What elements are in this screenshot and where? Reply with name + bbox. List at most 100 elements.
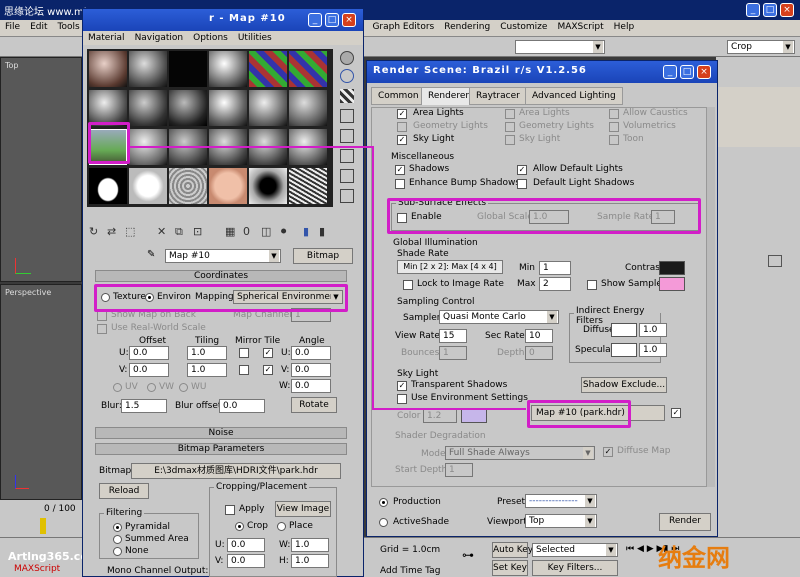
map-name-dropdown[interactable]: Map #10 xyxy=(165,249,281,263)
u-tiling-field[interactable]: 1.0 xyxy=(187,346,227,360)
v-angle-field[interactable]: 0.0 xyxy=(291,363,331,377)
u-mirror-checkbox[interactable] xyxy=(239,348,249,358)
crop-h-field[interactable]: 1.0 xyxy=(291,554,329,568)
render-maximize-button[interactable]: □ xyxy=(680,65,694,79)
sample-slot[interactable] xyxy=(169,90,207,126)
toon-checkbox[interactable] xyxy=(609,135,619,145)
maxscript-listener[interactable]: MAXScript xyxy=(14,564,60,574)
u-offset-field[interactable]: 0.0 xyxy=(129,346,169,360)
rotate-button[interactable]: Rotate xyxy=(291,397,337,413)
place-radio[interactable] xyxy=(277,522,286,531)
allow-default-lights-checkbox[interactable]: ✓ xyxy=(517,165,527,175)
shadows-checkbox[interactable]: ✓ xyxy=(395,165,405,175)
mode-dropdown[interactable]: Full Shade Always xyxy=(445,446,595,460)
sample-slot[interactable] xyxy=(209,51,247,87)
blur-field[interactable]: 1.5 xyxy=(121,399,167,413)
render-minimize-button[interactable]: _ xyxy=(663,65,677,79)
none-radio[interactable] xyxy=(113,547,122,556)
menu-utilities[interactable]: Utilities xyxy=(233,31,277,45)
select-by-material-icon[interactable] xyxy=(340,189,354,203)
sample-slot[interactable] xyxy=(129,51,167,87)
specular-field[interactable]: 1.0 xyxy=(639,343,667,357)
selected-dropdown[interactable]: Selected xyxy=(532,543,618,557)
menu-rendering[interactable]: Rendering xyxy=(439,20,495,36)
uv-tiling-icon[interactable] xyxy=(340,109,354,123)
v-mirror-checkbox[interactable] xyxy=(239,365,249,375)
go-forward-sibling-icon[interactable]: ▮ xyxy=(319,225,325,238)
bitmap-path-button[interactable]: E:\3dmax材质图库\HDRI文件\park.hdr xyxy=(131,463,341,479)
depth-field[interactable]: 0 xyxy=(525,346,553,360)
show-end-result-icon[interactable]: ⚫ xyxy=(279,225,288,238)
menu-navigation[interactable]: Navigation xyxy=(130,31,189,45)
v-offset-field[interactable]: 0.0 xyxy=(129,363,169,377)
tab-advanced-lighting[interactable]: Advanced Lighting xyxy=(525,87,623,105)
enhance-bump-checkbox[interactable] xyxy=(395,179,405,189)
viewport-dropdown[interactable]: Top xyxy=(525,514,597,528)
default-light-shadows-checkbox[interactable] xyxy=(517,179,527,189)
time-slider[interactable] xyxy=(40,518,46,534)
eyedropper-icon[interactable]: ✎ xyxy=(147,249,155,260)
sky-light2-checkbox[interactable] xyxy=(505,135,515,145)
tab-raytracer[interactable]: Raytracer xyxy=(469,87,527,105)
shadow-exclude-button[interactable]: Shadow Exclude... xyxy=(581,377,667,393)
area-lights2-checkbox[interactable] xyxy=(505,109,515,119)
show-samples-swatch[interactable] xyxy=(659,277,685,291)
background-icon[interactable] xyxy=(340,89,354,103)
preset-dropdown[interactable]: --------------- xyxy=(525,494,597,508)
key-filters-button[interactable]: Key Filters... xyxy=(532,560,618,576)
vw-radio[interactable] xyxy=(147,383,156,392)
activeshade-radio[interactable] xyxy=(379,518,388,527)
put-to-scene-icon[interactable]: ⇄ xyxy=(107,225,116,238)
view-image-button[interactable]: View Image xyxy=(275,501,331,517)
blur-offset-field[interactable]: 0.0 xyxy=(219,399,265,413)
u-angle-field[interactable]: 0.0 xyxy=(291,346,331,360)
sample-slot[interactable] xyxy=(209,90,247,126)
tab-renderer[interactable]: Renderer xyxy=(421,87,477,105)
mat-close-button[interactable]: × xyxy=(342,13,356,27)
options-icon[interactable] xyxy=(340,169,354,183)
bitmap-params-rollout-header[interactable]: Bitmap Parameters xyxy=(95,443,347,455)
pyramidal-radio[interactable] xyxy=(113,523,122,532)
sample-slot[interactable] xyxy=(249,51,287,87)
sky-multiplier-field[interactable]: 1.2 xyxy=(423,409,457,423)
allow-caustics-checkbox[interactable] xyxy=(609,109,619,119)
backlight-icon[interactable] xyxy=(340,69,354,83)
geometry-lights2-checkbox[interactable] xyxy=(505,122,515,132)
key-icon[interactable]: ⊶ xyxy=(462,548,474,562)
menu-material[interactable]: Material xyxy=(83,31,130,45)
start-depth-field[interactable]: 1 xyxy=(445,463,473,477)
wu-radio[interactable] xyxy=(179,383,188,392)
lock-to-image-rate-checkbox[interactable] xyxy=(403,280,413,290)
sample-slot[interactable] xyxy=(249,90,287,126)
sample-slot[interactable] xyxy=(209,168,247,204)
render-preview-icon[interactable] xyxy=(768,255,782,267)
viewport-top[interactable]: Top xyxy=(0,57,82,282)
apply-checkbox[interactable] xyxy=(225,505,235,515)
crop-u-field[interactable]: 0.0 xyxy=(227,538,265,552)
crop-radio[interactable] xyxy=(235,522,244,531)
put-to-library-icon[interactable]: ▦ xyxy=(225,225,235,238)
get-material-icon[interactable]: ↻ xyxy=(89,225,98,238)
sec-rate-field[interactable]: 10 xyxy=(525,329,553,343)
minimize-button[interactable]: _ xyxy=(746,3,760,17)
sky-color-swatch[interactable] xyxy=(461,409,487,423)
menu-help[interactable]: Help xyxy=(609,20,640,36)
bounces-field[interactable]: 1 xyxy=(439,346,467,360)
summed-area-radio[interactable] xyxy=(113,535,122,544)
show-map-on-back-checkbox[interactable] xyxy=(97,311,107,321)
sample-slot[interactable] xyxy=(289,168,327,204)
volumetrics-checkbox[interactable] xyxy=(609,122,619,132)
reset-map-icon[interactable]: ✕ xyxy=(157,225,166,238)
menu-edit[interactable]: Edit xyxy=(25,20,52,36)
sampler-dropdown[interactable]: Quasi Monte Carlo xyxy=(439,310,559,324)
mat-maximize-button[interactable]: □ xyxy=(325,13,339,27)
add-time-tag[interactable]: Add Time Tag xyxy=(380,566,440,576)
sample-slot[interactable] xyxy=(129,90,167,126)
crop-w-field[interactable]: 1.0 xyxy=(291,538,329,552)
sample-slot[interactable] xyxy=(169,168,207,204)
sky-light-checkbox[interactable]: ✓ xyxy=(397,135,407,145)
render-scrollbar[interactable] xyxy=(707,107,715,487)
transparent-shadows-checkbox[interactable]: ✓ xyxy=(397,381,407,391)
sample-slot[interactable] xyxy=(89,168,127,204)
tab-common[interactable]: Common xyxy=(371,87,426,105)
